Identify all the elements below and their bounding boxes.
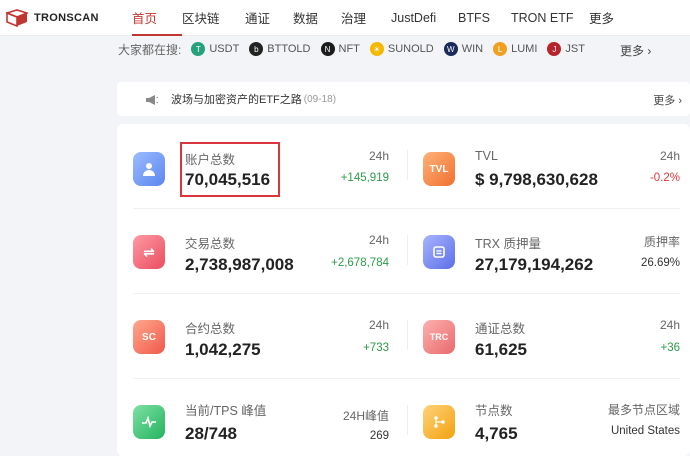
stat-sub-label: 质押率 [643, 235, 680, 249]
nav-item-data[interactable]: 数据 [293, 0, 341, 36]
notice-bar: 波场与加密资产的ETF之路 (09-18) 更多 › [117, 82, 690, 116]
stats-panel: 账户总数 70,045,516 24h +145,919 TVL TVL $ 9… [117, 124, 690, 456]
logo[interactable]: TRONSCAN [4, 8, 114, 27]
stat-sub-label: 24h [368, 233, 389, 247]
megaphone-icon [145, 93, 159, 105]
nav-item-btfs[interactable]: BTFS [458, 0, 511, 36]
hot-token-lumi[interactable]: L LUMI [493, 42, 537, 56]
hot-search-bar: 大家都在搜: T USDT b BTTOLD N NFT ☀ SUNOLD W … [0, 36, 690, 62]
hot-search-more-link[interactable]: 更多 › [620, 42, 651, 59]
nft-icon: N [320, 42, 335, 56]
main-menu: 首页 区块链 通证 数据 治理 JustDefi BTFS TRON ETF 更… [114, 0, 629, 36]
stat-label: 合约总数 [185, 322, 236, 336]
brand-name: TRONSCAN [34, 11, 99, 24]
top-nav: TRONSCAN 首页 区块链 通证 数据 治理 JustDefi BTFS T… [0, 0, 690, 36]
stat-label: TVL [475, 149, 498, 163]
stat-label: 交易总数 [185, 237, 236, 251]
stat-change: +36 [660, 342, 680, 354]
stat-sub-label: 24h [368, 318, 389, 332]
nav-item-governance[interactable]: 治理 [341, 0, 391, 36]
stat-contracts[interactable]: SC 合约总数 1,042,275 24h +733 [117, 294, 407, 378]
hot-token-sunold[interactable]: ☀ SUNOLD [369, 42, 434, 56]
stat-tps[interactable]: 当前/TPS 峰值 28/748 24H峰值 269 [117, 379, 407, 456]
stat-value: 28/748 [185, 424, 237, 443]
stat-label: 通证总数 [475, 322, 526, 336]
notice-link[interactable]: 波场与加密资产的ETF之路 [171, 91, 302, 107]
win-icon: W [443, 42, 458, 56]
lumi-icon: L [493, 42, 508, 56]
stat-label: 节点数 [475, 404, 513, 418]
tokens-icon: TRC [423, 320, 455, 354]
stat-label: 当前/TPS 峰值 [185, 404, 267, 418]
stat-value: 1,042,275 [185, 340, 261, 359]
stat-tokens[interactable]: TRC 通证总数 61,625 24h +36 [407, 294, 690, 378]
hot-token-nft[interactable]: N NFT [320, 42, 360, 56]
stat-sub-label: 24h [659, 318, 680, 332]
stat-value: 27,179,194,262 [475, 255, 594, 274]
stat-change: +733 [363, 342, 389, 354]
stat-change: -0.2% [649, 172, 680, 184]
stat-label: TRX 质押量 [475, 237, 541, 251]
notice-date: (09-18) [303, 93, 337, 105]
contracts-icon: SC [133, 320, 165, 354]
tronscan-logo-icon [4, 8, 30, 27]
notice-more-link[interactable]: 更多 › [653, 92, 682, 108]
stat-nodes[interactable]: 节点数 4,765 最多节点区域 United States [407, 379, 690, 456]
hot-token-bttold[interactable]: b BTTOLD [249, 42, 311, 56]
stat-change: +2,678,784 [331, 257, 389, 269]
stat-trx-staked[interactable]: TRX 质押量 27,179,194,262 质押率 26.69% [407, 209, 690, 293]
stat-value: 4,765 [475, 424, 518, 443]
stat-accounts[interactable]: 账户总数 70,045,516 24h +145,919 [117, 124, 407, 208]
stat-value: 61,625 [475, 340, 527, 359]
hot-token-usdt[interactable]: T USDT [191, 42, 239, 56]
highlight-box [180, 142, 280, 197]
nav-item-tokens[interactable]: 通证 [245, 0, 293, 36]
nav-item-tron-etf[interactable]: TRON ETF [511, 0, 589, 36]
stat-change: 26.69% [640, 257, 680, 269]
stat-value: 2,738,987,008 [185, 255, 294, 274]
stat-sub-label: 24h [368, 149, 389, 163]
nav-item-home[interactable]: 首页 [132, 0, 182, 36]
nav-item-blockchain[interactable]: 区块链 [182, 0, 245, 36]
jst-icon: J [547, 42, 562, 56]
stat-sub-label: 24H峰值 [342, 409, 389, 423]
nodes-icon [423, 405, 455, 439]
nav-item-more[interactable]: 更多 [589, 0, 629, 36]
usdt-icon: T [191, 42, 206, 56]
stat-top-region: United States [610, 425, 680, 437]
stat-sub-label: 最多节点区域 [607, 403, 680, 417]
bttold-icon: b [249, 42, 264, 56]
accounts-icon [133, 152, 165, 186]
nav-item-justdefi[interactable]: JustDefi [391, 0, 458, 36]
tps-icon [133, 405, 165, 439]
hot-token-win[interactable]: W WIN [443, 42, 483, 56]
stat-change: +145,919 [340, 172, 389, 184]
stat-value: $ 9,798,630,628 [475, 170, 598, 189]
stat-transactions[interactable]: ⇌ 交易总数 2,738,987,008 24h +2,678,784 [117, 209, 407, 293]
stat-sub-label: 24h [659, 149, 680, 163]
hot-search-label: 大家都在搜: [118, 42, 182, 57]
stat-peak-value: 269 [369, 430, 389, 442]
sunold-icon: ☀ [369, 42, 384, 56]
hot-token-jst[interactable]: J JST [547, 42, 585, 56]
staking-icon [423, 235, 455, 269]
stat-tvl[interactable]: TVL TVL $ 9,798,630,628 24h -0.2% [407, 124, 690, 208]
tvl-icon: TVL [423, 152, 455, 186]
transactions-icon: ⇌ [133, 235, 165, 269]
